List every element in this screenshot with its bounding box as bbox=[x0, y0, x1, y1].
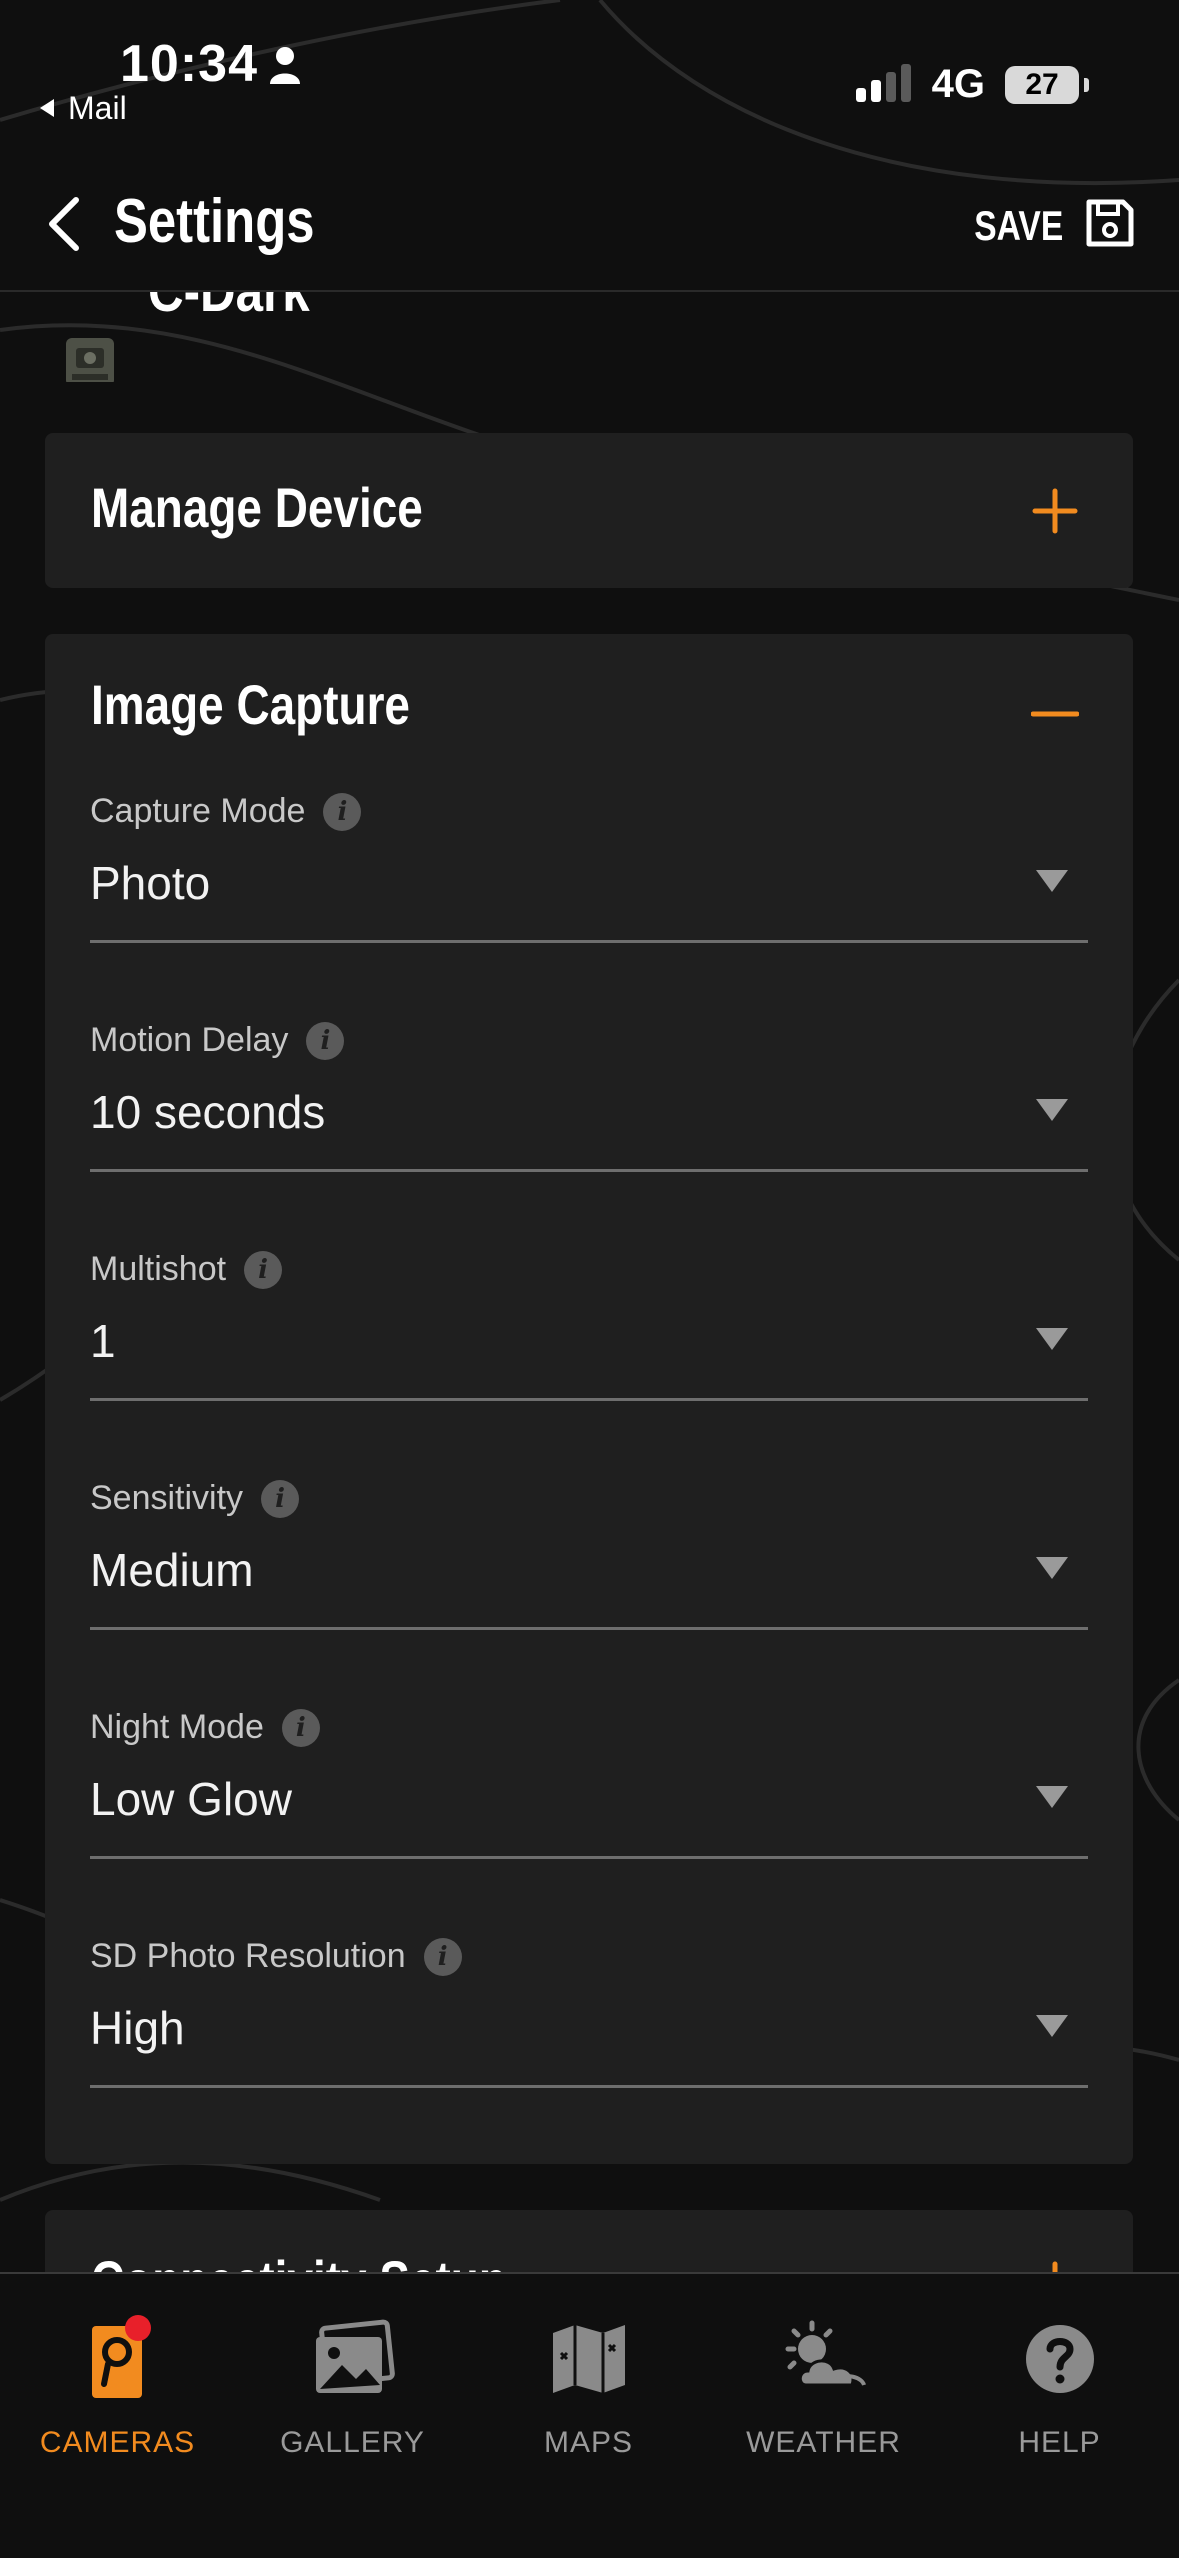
nav-label: MAPS bbox=[543, 2426, 634, 2459]
camera-icon bbox=[0, 2314, 235, 2404]
field-value: Low Glow bbox=[90, 1773, 292, 1825]
field-label: Multishot bbox=[90, 1250, 227, 1288]
section-title: Manage Device bbox=[91, 476, 423, 539]
field-value: High bbox=[90, 2002, 185, 2054]
back-to-app[interactable]: Mail bbox=[36, 90, 127, 127]
field-label: Sensitivity bbox=[90, 1479, 244, 1517]
signal-icon bbox=[855, 62, 912, 107]
field-underline bbox=[90, 1627, 1088, 1630]
info-icon[interactable]: i bbox=[261, 1479, 300, 1518]
status-indicators: 4G 27 bbox=[855, 62, 1089, 107]
battery-level: 27 bbox=[1025, 67, 1059, 101]
info-icon[interactable]: i bbox=[423, 1937, 462, 1976]
nav-label: WEATHER bbox=[746, 2426, 901, 2459]
dropdown-caret-icon bbox=[1036, 1328, 1068, 1350]
status-time: 10:34 bbox=[120, 35, 258, 93]
image-capture-section: Image Capture Capture Mode i Photo Motion… bbox=[45, 634, 1133, 2164]
field-underline bbox=[90, 1398, 1088, 1401]
field-underline bbox=[90, 1856, 1088, 1859]
back-triangle-icon bbox=[36, 90, 58, 127]
nav-label: HELP bbox=[1018, 2426, 1101, 2459]
minus-icon[interactable] bbox=[1030, 706, 1080, 724]
manage-device-section[interactable]: Manage Device bbox=[45, 433, 1133, 588]
field-value: Photo bbox=[90, 857, 211, 909]
field-value: Medium bbox=[90, 1544, 254, 1596]
save-button[interactable]: SAVE bbox=[952, 198, 1135, 253]
map-icon bbox=[471, 2314, 706, 2404]
bottom-nav: CAMERAS GALLERY MAPS WEATHER HELP bbox=[0, 2272, 1179, 2558]
person-icon bbox=[268, 46, 302, 89]
dropdown-caret-icon bbox=[1036, 2015, 1068, 2037]
trail-camera-icon bbox=[62, 332, 118, 382]
nav-cameras[interactable]: CAMERAS bbox=[0, 2314, 235, 2460]
plus-icon[interactable] bbox=[1031, 487, 1079, 540]
nav-gallery[interactable]: GALLERY bbox=[235, 2314, 470, 2460]
info-icon[interactable]: i bbox=[281, 1708, 320, 1747]
field-value: 1 bbox=[90, 1315, 116, 1367]
nav-label: CAMERAS bbox=[39, 2426, 196, 2459]
field-label: Motion Delay bbox=[90, 1021, 289, 1059]
network-type: 4G bbox=[931, 62, 985, 106]
field-value: 10 seconds bbox=[90, 1086, 326, 1138]
save-label: SAVE bbox=[973, 201, 1063, 249]
field-label: Night Mode bbox=[90, 1708, 264, 1746]
device-name: C-Dark bbox=[148, 292, 310, 325]
page-title: Settings bbox=[114, 187, 315, 256]
nav-label: GALLERY bbox=[280, 2426, 425, 2459]
dropdown-caret-icon bbox=[1036, 1099, 1068, 1121]
nav-help[interactable]: HELP bbox=[942, 2314, 1177, 2460]
back-app-label: Mail bbox=[68, 90, 127, 126]
back-button[interactable] bbox=[44, 194, 84, 259]
field-underline bbox=[90, 940, 1088, 943]
info-icon[interactable]: i bbox=[306, 1021, 345, 1060]
nav-maps[interactable]: MAPS bbox=[471, 2314, 706, 2460]
field-underline bbox=[90, 1169, 1088, 1172]
weather-icon bbox=[706, 2314, 941, 2404]
dropdown-caret-icon bbox=[1036, 1786, 1068, 1808]
dropdown-caret-icon bbox=[1036, 870, 1068, 892]
help-icon bbox=[942, 2314, 1177, 2404]
battery-icon: 27 bbox=[1005, 65, 1089, 104]
device-row: C-Dark bbox=[62, 292, 338, 382]
nav-weather[interactable]: WEATHER bbox=[706, 2314, 941, 2460]
gallery-icon bbox=[235, 2314, 470, 2404]
notification-badge bbox=[124, 2315, 151, 2341]
info-icon[interactable]: i bbox=[323, 792, 362, 831]
info-icon[interactable]: i bbox=[244, 1250, 283, 1289]
field-underline bbox=[90, 2085, 1088, 2088]
field-label: Capture Mode bbox=[90, 792, 306, 830]
field-label: SD Photo Resolution bbox=[90, 1937, 406, 1975]
floppy-disk-icon bbox=[1085, 198, 1135, 253]
dropdown-caret-icon bbox=[1036, 1557, 1068, 1579]
section-title: Image Capture bbox=[91, 673, 410, 736]
